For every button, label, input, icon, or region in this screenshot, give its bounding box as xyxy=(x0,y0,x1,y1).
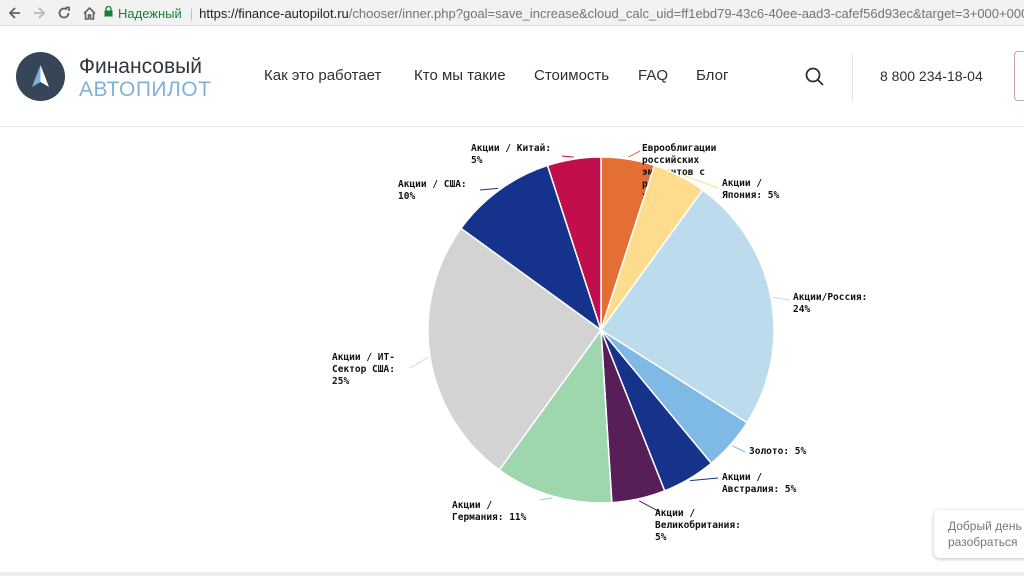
back-arrow-icon[interactable] xyxy=(4,2,26,24)
secure-label: Надежный xyxy=(118,5,182,21)
site-header: Финансовый АВТОПИЛОТ Как это работает Кт… xyxy=(0,27,1024,127)
pie-slice-label: Акции / Великобритания: 5% xyxy=(655,508,741,543)
pie-leader-line xyxy=(479,187,499,191)
nav-about-us[interactable]: Кто мы такие xyxy=(414,67,506,84)
chat-widget-line2: разобраться xyxy=(948,535,1018,549)
pie-slice-label: Акции / США: 10% xyxy=(398,179,467,202)
address-separator: | xyxy=(189,5,194,21)
pie-leader-line xyxy=(561,155,574,158)
url-path: /chooser/inner.php?goal=save_increase&cl… xyxy=(348,5,1024,21)
search-icon[interactable] xyxy=(804,66,826,88)
page-bottom-border xyxy=(0,572,1024,576)
forward-arrow-icon[interactable] xyxy=(28,2,50,24)
pie-leader-line xyxy=(772,296,790,301)
pie-slice-label: Акции / Австралия: 5% xyxy=(722,472,797,495)
pie-slice-label: Акции/Россия: 24% xyxy=(793,292,867,315)
phone-number[interactable]: 8 800 234-18-04 xyxy=(880,68,983,84)
header-cta-button[interactable] xyxy=(1014,51,1024,101)
pie-leader-line xyxy=(628,150,641,158)
logo-title[interactable]: Финансовый xyxy=(79,55,202,79)
reload-icon[interactable] xyxy=(53,2,75,24)
pie-leader-line xyxy=(409,356,429,369)
chat-widget-line1: Добрый день xyxy=(948,519,1022,533)
home-icon[interactable] xyxy=(78,2,100,24)
pie-leader-line xyxy=(690,477,719,482)
logo-subtitle[interactable]: АВТОПИЛОТ xyxy=(79,78,211,102)
nav-pricing[interactable]: Стоимость xyxy=(534,67,609,84)
pie-slice-label: Золото: 5% xyxy=(749,446,806,457)
chat-widget[interactable]: Добрый день разобраться xyxy=(934,510,1024,558)
browser-toolbar: Надежный | https://finance-autopilot.ru … xyxy=(0,0,1024,26)
header-divider xyxy=(852,54,853,102)
pie-leader-line xyxy=(732,445,746,453)
pie-slice-label: Акции / Германия: 11% xyxy=(452,500,527,523)
pie-slice-label: Акции / Япония: 5% xyxy=(722,178,779,201)
pie-leader-line xyxy=(539,497,553,501)
nav-faq[interactable]: FAQ xyxy=(638,67,668,84)
paper-plane-logo-icon[interactable] xyxy=(16,52,65,101)
lock-icon xyxy=(104,5,113,20)
pie-slice-label: Акции / Китай: 5% xyxy=(471,143,551,166)
nav-how-it-works[interactable]: Как это работает xyxy=(264,67,381,84)
allocation-pie-chart: Еврооблигациироссийскихэмитентов срублев… xyxy=(332,143,867,543)
nav-blog[interactable]: Блог xyxy=(696,67,728,84)
pie-slice-label: Акции / ИТ-Сектор США: 25% xyxy=(332,352,395,387)
address-bar[interactable]: Надежный | https://finance-autopilot.ru … xyxy=(104,3,1024,23)
url-host: https://finance-autopilot.ru xyxy=(199,5,349,21)
